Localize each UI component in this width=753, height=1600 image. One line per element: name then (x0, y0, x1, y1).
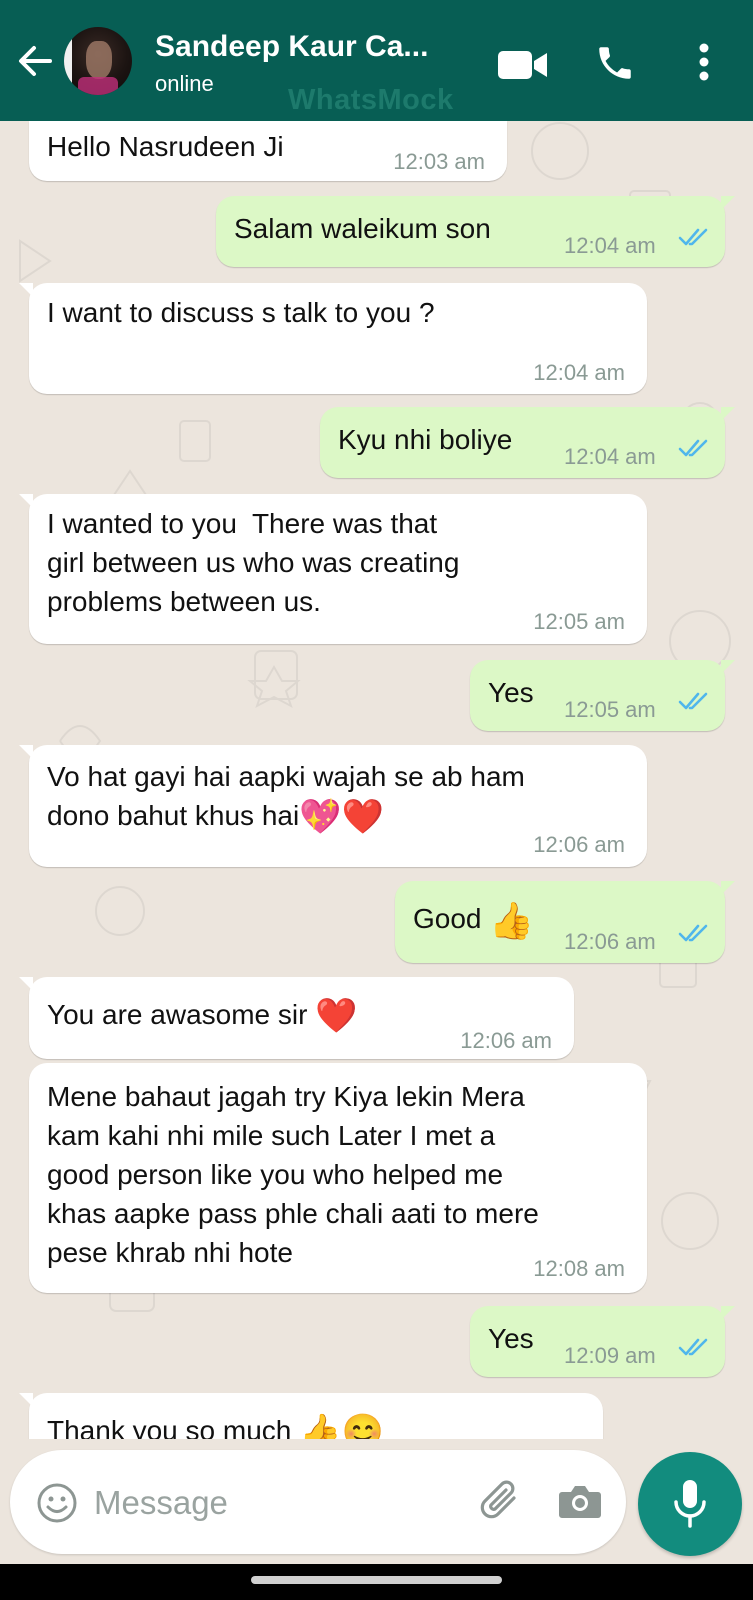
emoji-icon[interactable] (36, 1482, 78, 1524)
message-time: 12:03 am (393, 149, 485, 174)
message-time: 12:09 am (564, 1343, 656, 1368)
attach-icon[interactable] (478, 1478, 524, 1524)
message-time: 12:06 am (460, 1028, 552, 1053)
back-arrow-icon[interactable] (14, 40, 56, 82)
mic-icon (674, 1480, 706, 1528)
voice-record-button[interactable] (638, 1452, 742, 1556)
message-text: Thank you so much 👍😊 (47, 1411, 384, 1439)
message-time: 12:06 am (564, 929, 656, 954)
message-text: I wanted to you There was that girl betw… (47, 508, 460, 617)
message-text: Good 👍 (413, 900, 535, 942)
message-time: 12:05 am (533, 609, 625, 634)
message-time: 12:04 am (564, 233, 656, 258)
message-text: Vo hat gayi hai aapki wajah se ab ham do… (47, 761, 525, 837)
message-bubble-outgoing[interactable]: Good 👍 12:06 am (395, 881, 735, 963)
message-bubble-incoming[interactable]: I wanted to you There was that girl betw… (19, 494, 647, 644)
double-check-read-icon (678, 1338, 708, 1356)
voice-call-icon[interactable] (594, 42, 636, 84)
camera-icon[interactable] (558, 1482, 602, 1520)
contact-status: online (155, 71, 214, 96)
message-text: Kyu nhi boliye (338, 424, 513, 455)
home-gesture-pill[interactable] (251, 1576, 502, 1584)
message-text: I want to discuss s talk to you ? (47, 297, 435, 328)
message-time: 12:06 am (533, 832, 625, 857)
message-bubble-outgoing[interactable]: Salam waleikum son 12:04 am (216, 196, 735, 267)
message-text: Hello Nasrudeen Ji (47, 131, 284, 162)
message-text: You are awasome sir ❤️ (47, 997, 358, 1036)
message-time: 12:04 am (564, 444, 656, 469)
message-bubble-incoming[interactable]: Mene bahaut jagah try Kiya lekin Mera ka… (29, 1063, 647, 1293)
sparkling-heart-red-heart-emoji: 💖❤️ (299, 798, 384, 837)
chat-header: Sandeep Kaur Ca... online WhatsMock (0, 0, 753, 121)
message-text: Yes (488, 1323, 534, 1354)
message-time: 12:04 am (533, 360, 625, 385)
thumbs-up-emoji: 👍 (489, 900, 535, 942)
double-check-read-icon (678, 924, 708, 942)
message-time: 12:05 am (564, 697, 656, 722)
double-check-read-icon (678, 692, 708, 710)
message-time: 12:08 am (533, 1256, 625, 1281)
message-input[interactable] (92, 1478, 456, 1528)
more-options-icon[interactable] (698, 42, 710, 82)
contact-name[interactable]: Sandeep Kaur Ca... (155, 30, 455, 64)
message-bubble-outgoing[interactable]: Kyu nhi boliye 12:04 am (320, 407, 735, 478)
chat-area[interactable]: Hello Nasrudeen Ji 12:03 am Salam waleik… (0, 121, 753, 1439)
message-text: Yes (488, 677, 534, 708)
message-bubble-incoming[interactable]: You are awasome sir ❤️ 12:06 am (19, 977, 574, 1059)
double-check-read-icon (678, 228, 708, 246)
avatar[interactable] (64, 27, 132, 95)
thumbs-up-smile-emoji: 👍😊 (299, 1413, 384, 1439)
red-heart-emoji: ❤️ (315, 997, 358, 1036)
message-bubble-incoming[interactable]: Hello Nasrudeen Ji 12:03 am (29, 121, 507, 181)
message-bubble-incoming[interactable]: Vo hat gayi hai aapki wajah se ab ham do… (19, 745, 647, 867)
message-bubble-incoming[interactable]: Thank you so much 👍😊 (19, 1393, 603, 1439)
message-text: Mene bahaut jagah try Kiya lekin Mera ka… (47, 1081, 539, 1268)
double-check-read-icon (678, 439, 708, 457)
message-bubble-outgoing[interactable]: Yes 12:05 am (470, 660, 735, 731)
watermark: WhatsMock (288, 84, 454, 116)
message-text: Salam waleikum son (234, 213, 491, 244)
video-call-icon[interactable] (497, 48, 549, 82)
message-bubble-outgoing[interactable]: Yes 12:09 am (470, 1306, 735, 1377)
message-composer (10, 1450, 626, 1554)
message-bubble-incoming[interactable]: I want to discuss s talk to you ? 12:04 … (19, 283, 647, 394)
